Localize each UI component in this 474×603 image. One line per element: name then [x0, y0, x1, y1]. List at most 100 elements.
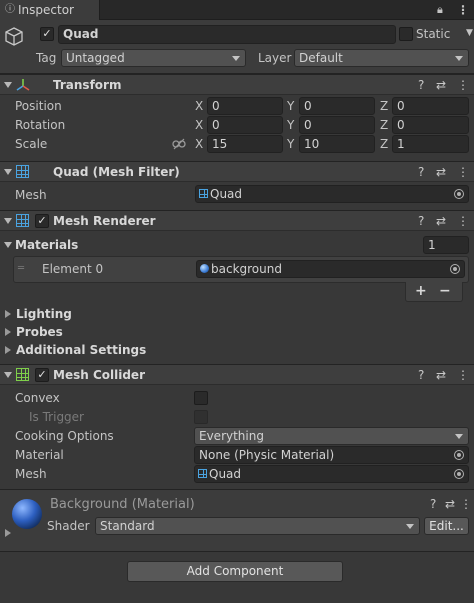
kebab-menu-icon[interactable]: ⋮: [457, 165, 469, 179]
kebab-menu-icon[interactable]: ⋮: [457, 78, 469, 92]
cooking-options-label: Cooking Options: [15, 429, 114, 443]
layer-dropdown[interactable]: Default: [294, 49, 469, 67]
mesh-collider-header[interactable]: ✓ Mesh Collider ? ⇄ ⋮: [0, 364, 474, 385]
link-icon[interactable]: [172, 138, 186, 150]
object-name-field[interactable]: Quad: [58, 25, 396, 44]
lighting-label[interactable]: Lighting: [16, 307, 72, 321]
static-checkbox[interactable]: [399, 27, 413, 41]
foldout-arrow-icon[interactable]: [4, 169, 12, 175]
shader-dropdown[interactable]: Standard: [95, 517, 420, 535]
materials-count-field[interactable]: 1: [423, 236, 469, 254]
rotation-z-field[interactable]: 0: [392, 116, 469, 134]
mesh-object-field[interactable]: Quad: [195, 185, 469, 203]
probes-foldout-icon[interactable]: [5, 328, 11, 336]
physic-material-field[interactable]: None (Physic Material): [194, 446, 469, 464]
tag-label: Tag: [36, 51, 57, 65]
chevron-down-icon: [232, 56, 240, 61]
help-icon[interactable]: ?: [418, 214, 424, 228]
layer-label: Layer: [258, 51, 292, 65]
tab-inspector[interactable]: ⓘ Inspector: [0, 0, 100, 20]
additional-settings-foldout-icon[interactable]: [5, 346, 11, 354]
position-label: Position: [15, 99, 62, 113]
help-icon[interactable]: ?: [430, 497, 436, 511]
material-preview-sphere: [12, 499, 42, 529]
material-foldout-icon[interactable]: [5, 529, 11, 537]
help-icon[interactable]: ?: [418, 368, 424, 382]
position-z-field[interactable]: 0: [392, 97, 469, 115]
tag-value: Untagged: [66, 51, 125, 65]
probes-label[interactable]: Probes: [16, 325, 63, 339]
tab-bar: ⓘ Inspector 🔒︎ ⋮: [0, 0, 474, 20]
scale-z-field[interactable]: 1: [392, 135, 469, 153]
scale-x-field[interactable]: 15: [207, 135, 283, 153]
is-trigger-checkbox: [194, 410, 208, 424]
object-picker-icon[interactable]: [454, 450, 464, 460]
mesh-icon: [198, 469, 207, 478]
additional-settings-label[interactable]: Additional Settings: [16, 343, 146, 357]
kebab-menu-icon[interactable]: ⋮: [457, 3, 469, 17]
rotation-y-field[interactable]: 0: [299, 116, 375, 134]
chevron-down-icon: [406, 524, 414, 529]
help-icon[interactable]: ?: [418, 165, 424, 179]
mesh-icon: [199, 189, 208, 198]
material-label: Material: [15, 448, 64, 462]
axis-x-label: X: [195, 118, 204, 132]
add-component-button[interactable]: Add Component: [127, 561, 343, 582]
object-header: ✓ Quad Static ▼ Tag Untagged Layer Defau…: [0, 20, 474, 74]
static-dropdown-icon[interactable]: ▼: [466, 26, 473, 40]
position-y-field[interactable]: 0: [299, 97, 375, 115]
kebab-menu-icon[interactable]: ⋮: [457, 368, 469, 382]
transform-body: Position X 0 Y 0 Z 0 Rotation X 0 Y 0 Z …: [0, 96, 474, 158]
mesh-renderer-icon: [16, 214, 29, 227]
shader-edit-button[interactable]: Edit...: [424, 517, 469, 535]
materials-foldout-icon[interactable]: [4, 242, 12, 248]
mesh-label: Mesh: [15, 188, 47, 202]
mesh-collider-enabled-checkbox[interactable]: ✓: [35, 368, 49, 382]
axis-y-label: Y: [287, 99, 295, 113]
scale-y-field[interactable]: 10: [299, 135, 375, 153]
mesh-renderer-enabled-checkbox[interactable]: ✓: [35, 214, 49, 228]
presets-icon[interactable]: ⇄: [445, 497, 455, 511]
help-icon[interactable]: ?: [418, 78, 424, 92]
collider-mesh-field[interactable]: Quad: [194, 465, 469, 483]
lighting-foldout-icon[interactable]: [5, 310, 11, 318]
drag-handle-icon[interactable]: ═: [18, 262, 24, 276]
element-0-value: background: [211, 262, 282, 276]
object-picker-icon[interactable]: [454, 189, 464, 199]
foldout-arrow-icon[interactable]: [4, 218, 12, 224]
tag-dropdown[interactable]: Untagged: [61, 49, 246, 67]
object-picker-icon[interactable]: [454, 469, 464, 479]
mesh-collider-title: Mesh Collider: [53, 368, 145, 382]
remove-element-button[interactable]: −: [439, 284, 451, 298]
material-section: Background (Material) ? ⇄ ⋮ Shader Stand…: [0, 489, 474, 552]
lock-icon[interactable]: 🔒︎: [437, 3, 443, 17]
convex-checkbox[interactable]: [194, 391, 208, 405]
cooking-options-dropdown[interactable]: Everything: [194, 427, 469, 445]
presets-icon[interactable]: ⇄: [436, 214, 446, 228]
foldout-arrow-icon[interactable]: [4, 372, 12, 378]
tab-title: Inspector: [18, 3, 74, 17]
mesh-renderer-header[interactable]: ✓ Mesh Renderer ? ⇄ ⋮: [0, 210, 474, 231]
add-element-button[interactable]: +: [415, 284, 427, 298]
mesh-filter-header[interactable]: Quad (Mesh Filter) ? ⇄ ⋮: [0, 161, 474, 182]
presets-icon[interactable]: ⇄: [436, 368, 446, 382]
position-x-field[interactable]: 0: [207, 97, 283, 115]
kebab-menu-icon[interactable]: ⋮: [457, 214, 469, 228]
mesh-filter-icon: [16, 165, 29, 178]
scale-label: Scale: [15, 137, 48, 151]
element-0-label: Element 0: [42, 262, 104, 276]
active-checkbox[interactable]: ✓: [40, 27, 54, 41]
physic-material-value: None (Physic Material): [199, 448, 335, 462]
chevron-down-icon: [455, 434, 463, 439]
foldout-arrow-icon[interactable]: [4, 82, 12, 88]
object-picker-icon[interactable]: [450, 264, 460, 274]
presets-icon[interactable]: ⇄: [436, 165, 446, 179]
rotation-x-field[interactable]: 0: [207, 116, 283, 134]
materials-list: ═ Element 0 background: [13, 256, 469, 283]
element-0-material-field[interactable]: background: [196, 260, 465, 278]
info-icon: ⓘ: [5, 4, 15, 15]
transform-header[interactable]: Transform ? ⇄ ⋮: [0, 74, 474, 95]
kebab-menu-icon[interactable]: ⋮: [460, 497, 472, 511]
presets-icon[interactable]: ⇄: [436, 78, 446, 92]
transform-axes-icon: [16, 79, 30, 91]
